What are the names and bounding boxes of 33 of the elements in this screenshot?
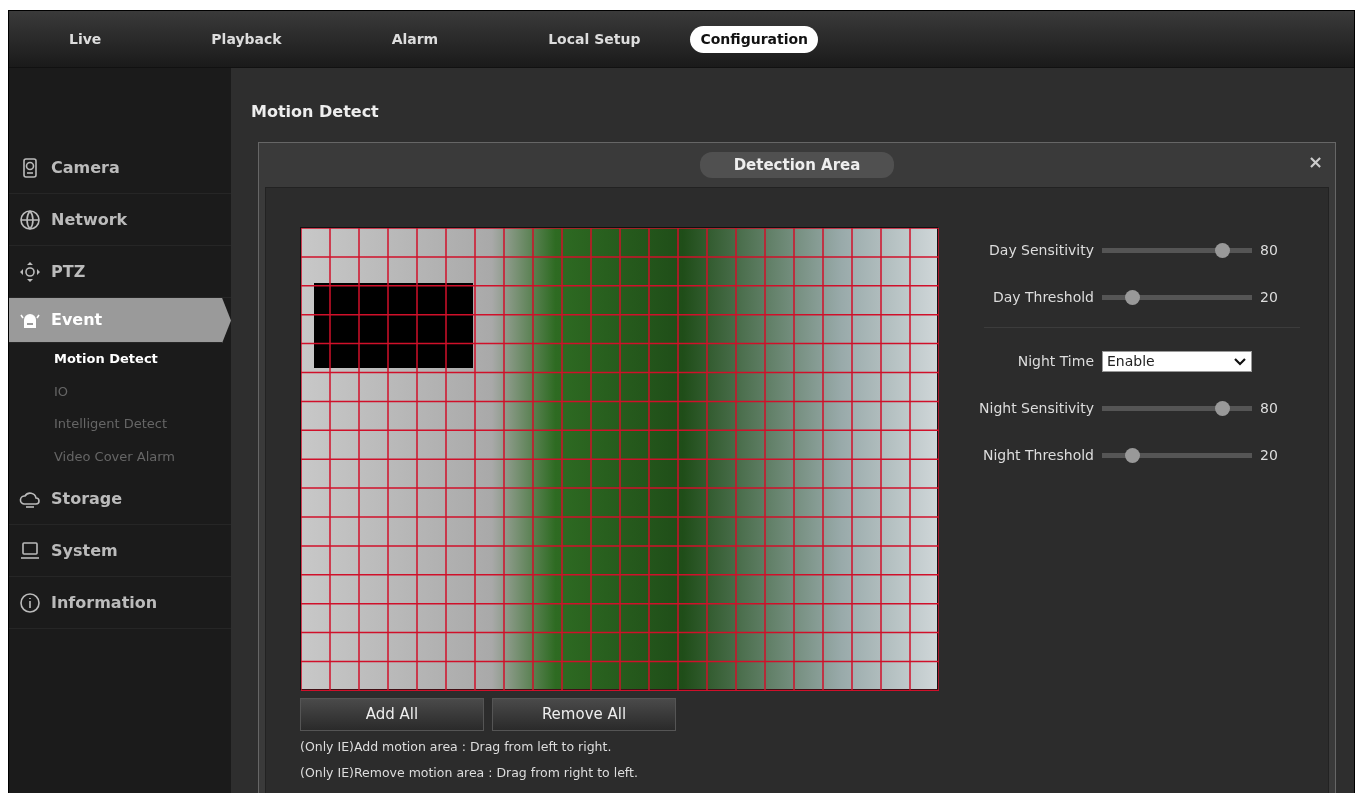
area-button[interactable]: Add All: [300, 698, 484, 731]
setting-label: Night Threshold: [981, 446, 1094, 465]
slider-thumb[interactable]: [1215, 243, 1230, 258]
globe-icon: [19, 208, 41, 231]
slider-value: 20: [1260, 288, 1279, 307]
close-button[interactable]: ×: [1301, 147, 1329, 176]
chevron-down-icon: [1233, 356, 1247, 367]
setting-label: Night Time: [1016, 352, 1094, 371]
slider-value: 80: [1260, 399, 1279, 418]
direction-pad-icon: [19, 260, 41, 283]
slider-thumb[interactable]: [1215, 401, 1230, 416]
slider-thumb[interactable]: [1125, 290, 1140, 305]
area-button[interactable]: Remove All: [492, 698, 676, 731]
nav-tab[interactable]: Live: [59, 25, 112, 53]
sidebar-subitem[interactable]: Motion Detect: [9, 343, 158, 376]
slider-value: 80: [1260, 241, 1279, 260]
setting-label: Day Sensitivity: [988, 241, 1094, 260]
slider-thumb[interactable]: [1125, 448, 1140, 463]
monitor-icon: [19, 539, 41, 562]
setting-label: Day Threshold: [991, 288, 1094, 307]
night-time-select[interactable]: Enable: [1102, 351, 1252, 372]
nav-tab[interactable]: Playback: [201, 25, 292, 53]
camera-view-with-grid-drawing[interactable]: [301, 228, 939, 691]
dialog-title: Detection Area: [699, 151, 895, 179]
page-title: Motion Detect: [250, 101, 380, 123]
nav-tab[interactable]: Configuration: [690, 25, 819, 53]
setting-label: Night Sensitivity: [978, 399, 1094, 418]
nav-tab[interactable]: Local Setup: [538, 25, 651, 53]
info-icon: [19, 591, 41, 614]
slider-value: 20: [1260, 446, 1279, 465]
hint-text: (Only IE)Add motion area : Drag from left to right.: [300, 738, 613, 756]
nav-tab[interactable]: Alarm: [381, 25, 449, 53]
hint-text: (Only IE)Remove motion area : Drag from right to left.: [300, 763, 639, 782]
